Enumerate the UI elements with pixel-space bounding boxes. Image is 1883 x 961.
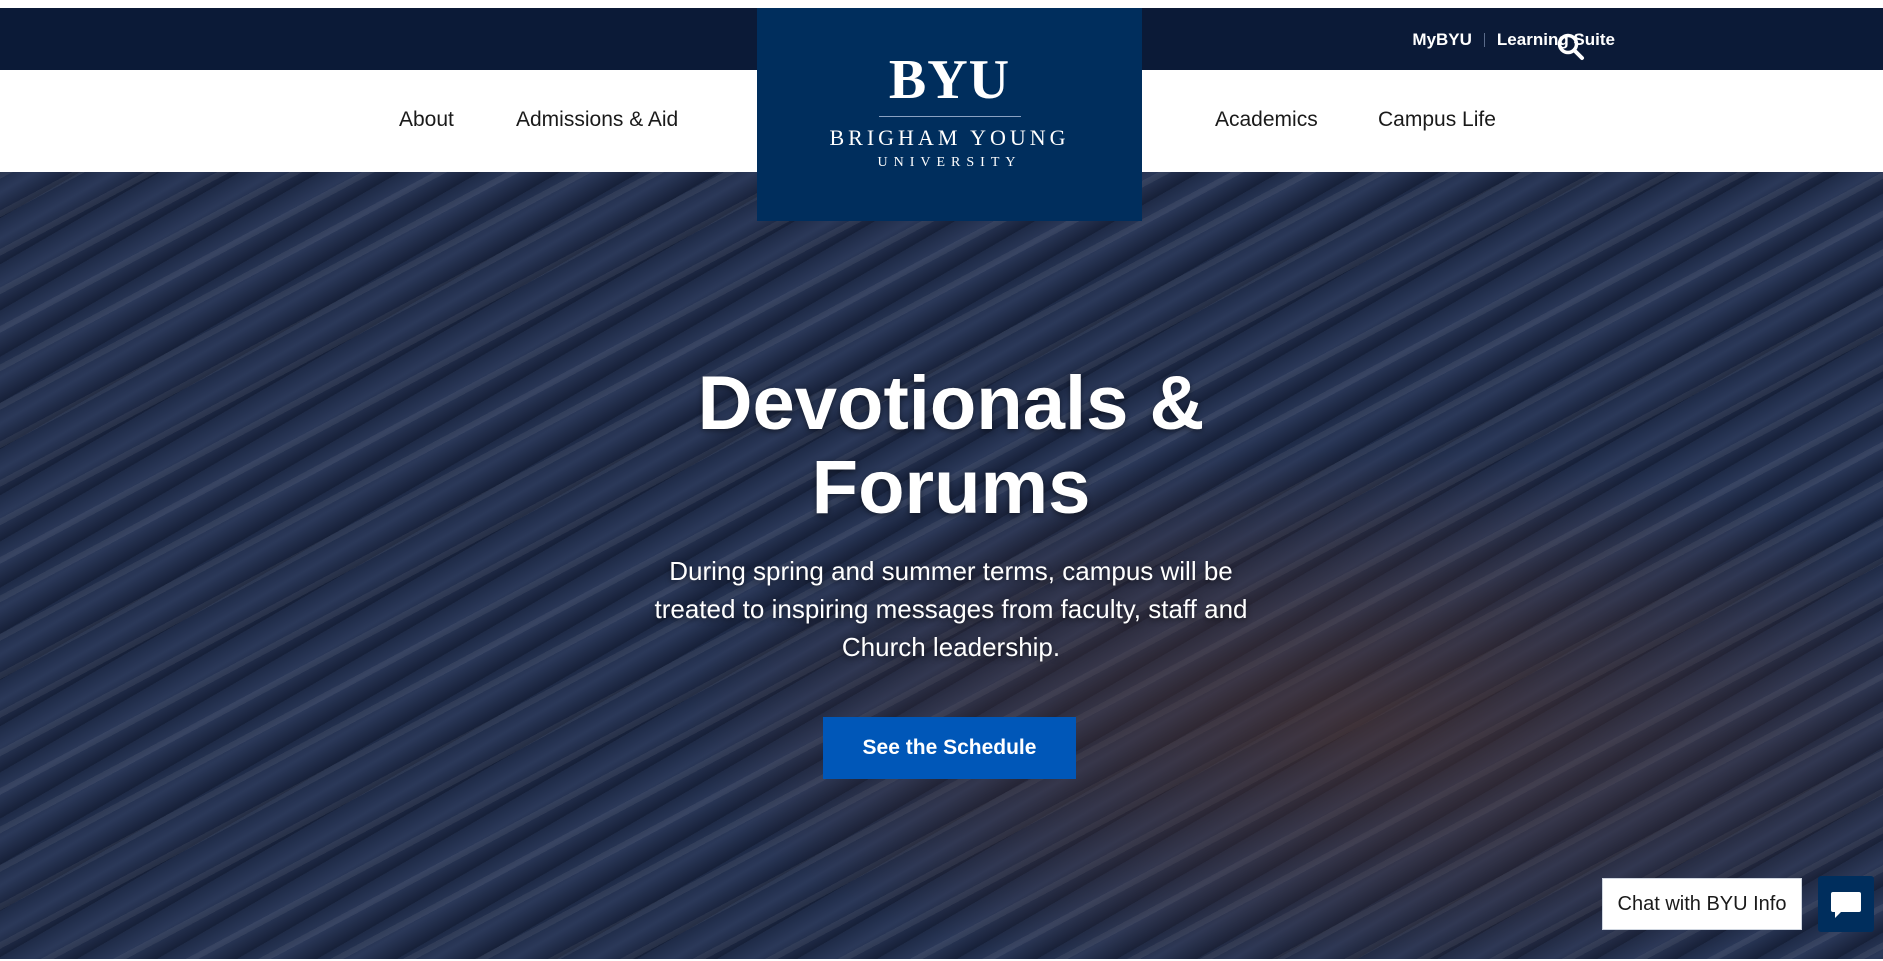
nav-item-academics[interactable]: Academics <box>1215 108 1318 132</box>
logo-university-name: BRIGHAM YOUNG <box>829 125 1070 150</box>
mybyu-link[interactable]: MyBYU <box>1412 30 1472 50</box>
chat-bubble-icon[interactable] <box>1818 876 1874 932</box>
logo-mark: BYU <box>888 49 1011 111</box>
nav-item-admissions-aid[interactable]: Admissions & Aid <box>516 108 678 132</box>
hero-title: Devotionals & Forums <box>697 361 1205 530</box>
logo-university-label: UNIVERSITY <box>877 155 1022 170</box>
hero-banner: Devotionals & Forums During spring and s… <box>0 172 1883 959</box>
logo-divider <box>878 116 1021 117</box>
nav-item-campus-life[interactable]: Campus Life <box>1378 108 1496 132</box>
see-schedule-button[interactable]: See the Schedule <box>823 717 1076 779</box>
utility-divider <box>1483 33 1485 47</box>
hero-subtitle: During spring and summer terms, campus w… <box>654 556 1248 662</box>
search-icon[interactable] <box>1556 32 1586 62</box>
chat-label-button[interactable]: Chat with BYU Info <box>1602 878 1802 930</box>
byu-logo[interactable]: BYU BRIGHAM YOUNG UNIVERSITY <box>757 8 1142 221</box>
nav-item-about[interactable]: About <box>399 108 454 132</box>
